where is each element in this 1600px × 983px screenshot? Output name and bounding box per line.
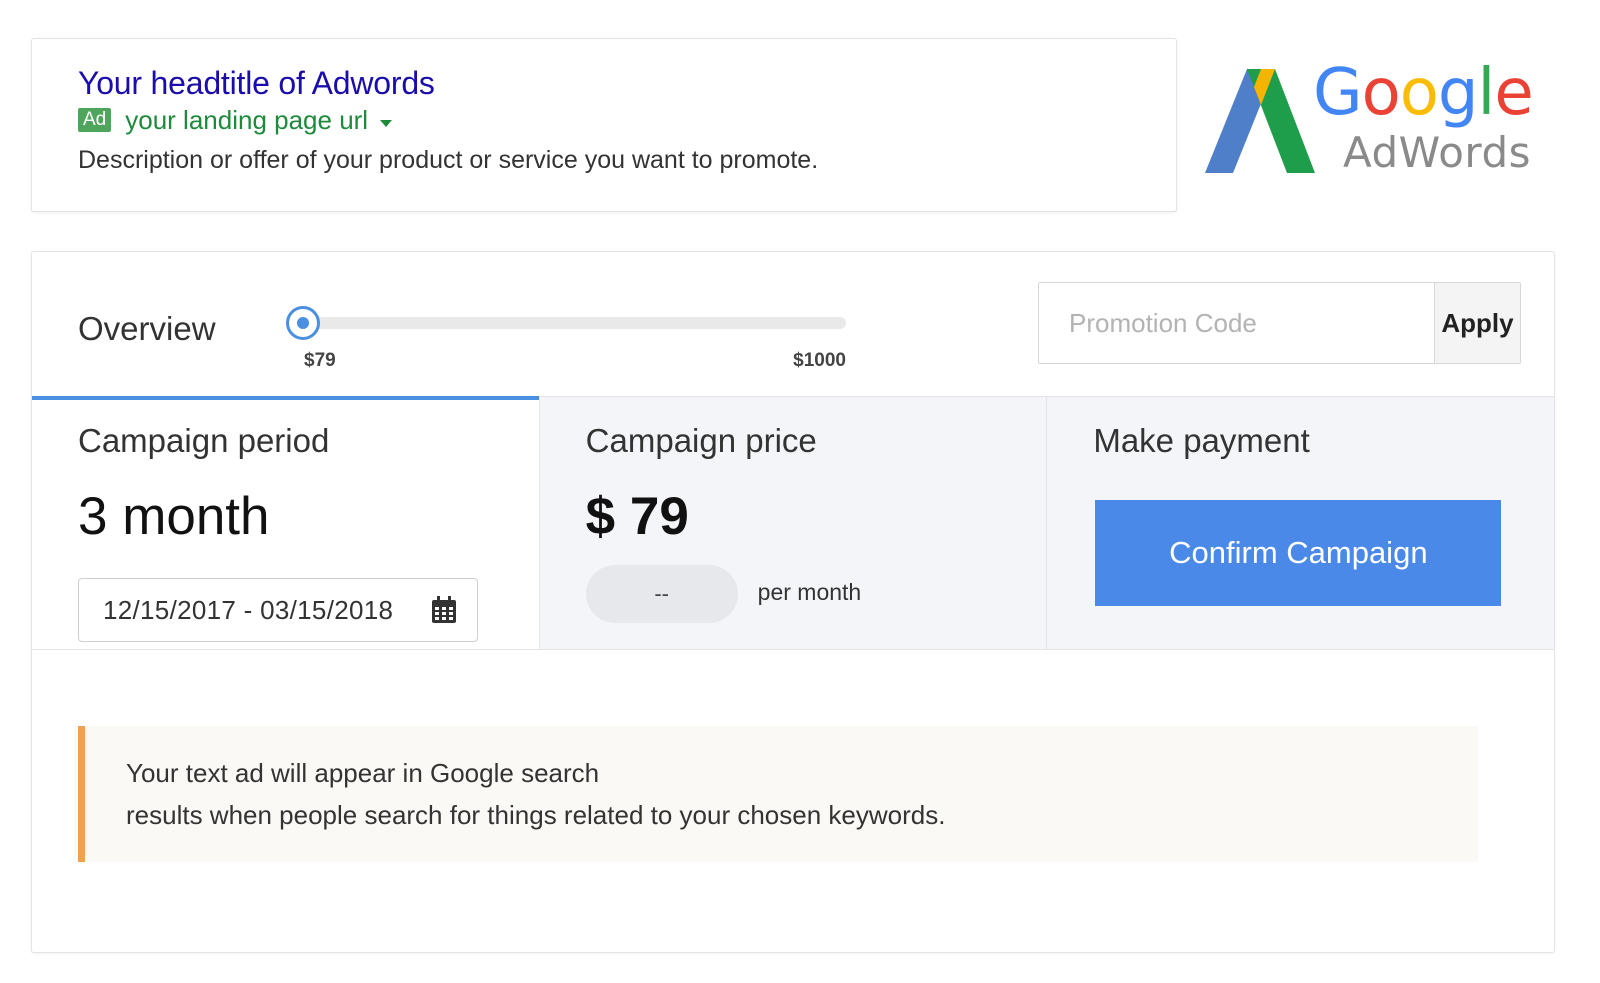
campaign-steps: Campaign period 3 month 12/15/2017 - 03/… [32, 396, 1555, 650]
tab-campaign-price[interactable]: Campaign price $ 79 -- per month [538, 396, 1047, 649]
logo-letter: o [1361, 56, 1401, 130]
make-payment-title: Make payment [1093, 422, 1310, 459]
info-note: Your text ad will appear in Google searc… [78, 726, 1478, 862]
slider-thumb[interactable] [286, 306, 320, 340]
confirm-campaign-button[interactable]: Confirm Campaign [1095, 500, 1502, 606]
overview-label: Overview [78, 310, 216, 347]
campaign-period-value: 3 month [78, 487, 270, 546]
google-adwords-logo: Google AdWords [1205, 55, 1545, 185]
logo-letter: l [1477, 56, 1496, 130]
logo-letter: e [1494, 56, 1533, 130]
logo-adwords-word: AdWords [1343, 128, 1531, 177]
calendar-icon[interactable] [431, 596, 457, 624]
campaign-price-title: Campaign price [585, 422, 817, 459]
adwords-mark-icon [1205, 69, 1315, 173]
logo-letter: o [1399, 56, 1439, 130]
slider-min-label: $79 [304, 350, 336, 371]
ad-badge: Ad [78, 108, 112, 132]
campaign-period-title: Campaign period [78, 422, 330, 459]
ad-description: Description or offer of your product or … [78, 146, 819, 174]
caret-down-icon[interactable] [380, 119, 393, 127]
ad-url[interactable]: your landing page url [125, 105, 368, 135]
per-month-label: per month [757, 579, 862, 605]
campaign-price-value: $ 79 [585, 487, 689, 546]
ad-title[interactable]: Your headtitle of Adwords [78, 65, 1176, 101]
slider-track[interactable] [288, 317, 846, 329]
budget-slider[interactable]: $79 $1000 [286, 304, 846, 374]
price-per-month-pill: -- [585, 565, 738, 623]
date-range-field[interactable]: 12/15/2017 - 03/15/2018 [78, 578, 478, 642]
date-range-value: 12/15/2017 - 03/15/2018 [103, 594, 394, 625]
page: Your headtitle of Adwords Ad your landin… [0, 0, 1600, 983]
logo-google-word: Google [1313, 55, 1534, 131]
slider-max-label: $1000 [793, 350, 846, 371]
note-line: Your text ad will appear in Google searc… [126, 758, 600, 788]
tab-campaign-period[interactable]: Campaign period 3 month 12/15/2017 - 03/… [32, 396, 539, 649]
campaign-card: Overview $79 $1000 Apply Campaign period… [31, 251, 1555, 953]
apply-button[interactable]: Apply [1434, 283, 1520, 363]
tab-make-payment[interactable]: Make payment Confirm Campaign [1046, 396, 1555, 649]
note-line: results when people search for things re… [126, 800, 946, 830]
logo-letter: G [1313, 56, 1363, 130]
logo-letter: g [1437, 56, 1479, 130]
promotion-code-input[interactable] [1039, 283, 1434, 363]
promotion-code-group: Apply [1038, 282, 1521, 364]
ad-preview-card: Your headtitle of Adwords Ad your landin… [31, 38, 1177, 212]
ad-url-row: Ad your landing page url [78, 104, 1176, 136]
